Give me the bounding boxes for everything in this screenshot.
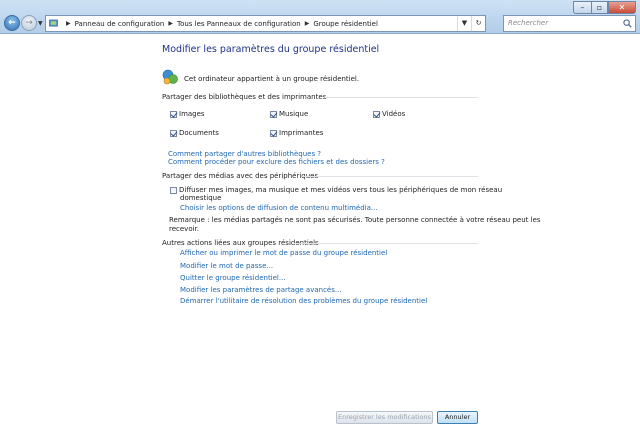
checkbox-checked-icon[interactable] (170, 110, 177, 118)
checkbox-music[interactable]: Musique (270, 110, 308, 118)
save-button[interactable]: Enregistrer les modifications (336, 411, 433, 424)
refresh-button[interactable]: ↻ (471, 16, 485, 31)
cancel-button[interactable]: Annuler (437, 411, 478, 424)
breadcrumb-separator[interactable]: ▶ (305, 20, 310, 27)
checkbox-label: Vidéos (382, 110, 406, 118)
checkbox-label-continued: domestique (180, 194, 222, 202)
membership-status: Cet ordinateur appartient à un groupe ré… (184, 75, 360, 83)
breadcrumb-separator[interactable]: ▶ (168, 20, 173, 27)
page-title: Modifier les paramètres du groupe réside… (162, 44, 380, 55)
link-share-other-libraries[interactable]: Comment partager d'autres bibliothèques … (168, 150, 321, 158)
checkbox-checked-icon[interactable] (270, 129, 277, 137)
checkbox-checked-icon[interactable] (270, 110, 277, 118)
section-divider (325, 97, 478, 98)
checkbox-unchecked-icon[interactable] (170, 186, 177, 194)
address-dropdown-button[interactable]: ▼ (457, 16, 471, 31)
address-bar[interactable]: ▶ Panneau de configuration ▶ Tous les Pa… (45, 15, 486, 32)
breadcrumb-all-panels[interactable]: Tous les Panneaux de configuration (177, 20, 301, 28)
window-titlebar: – ▫ ✕ ← → ▼ ▶ Panneau de configuration ▶… (0, 0, 640, 34)
checkbox-checked-icon[interactable] (373, 110, 380, 118)
checkbox-label: Documents (179, 129, 219, 137)
link-show-password[interactable]: Afficher ou imprimer le mot de passe du … (180, 249, 387, 257)
link-change-password[interactable]: Modifier le mot de passe... (180, 262, 273, 270)
section-divider (302, 176, 478, 177)
section-title-libraries: Partager des bibliothèques et des imprim… (162, 93, 327, 101)
homegroup-icon (162, 69, 178, 85)
breadcrumb-homegroup[interactable]: Groupe résidentiel (313, 20, 378, 28)
checkbox-videos[interactable]: Vidéos (373, 110, 405, 118)
checkbox-stream-media[interactable]: Diffuser mes images, ma musique et mes v… (170, 186, 502, 194)
section-title-media: Partager des médias avec des périphériqu… (162, 172, 319, 180)
checkbox-printers[interactable]: Imprimantes (270, 129, 323, 137)
section-divider (294, 243, 478, 244)
link-advanced-sharing[interactable]: Modifier les paramètres de partage avanc… (180, 286, 342, 294)
checkbox-checked-icon[interactable] (170, 129, 177, 137)
recent-pages-dropdown[interactable]: ▼ (38, 20, 43, 27)
footer: Enregistrer les modifications Annuler (0, 404, 640, 434)
link-exclude-files[interactable]: Comment procéder pour exclure des fichie… (168, 158, 385, 166)
search-icon[interactable] (623, 19, 632, 28)
link-troubleshooter[interactable]: Démarrer l'utilitaire de résolution des … (180, 297, 427, 305)
maximize-button[interactable]: ▫ (591, 1, 608, 14)
checkbox-label: Diffuser mes images, ma musique et mes v… (179, 186, 503, 194)
breadcrumb-control-panel[interactable]: Panneau de configuration (75, 20, 165, 28)
close-button[interactable]: ✕ (608, 1, 636, 14)
minimize-button[interactable]: – (573, 1, 591, 14)
arrow-right-icon: → (25, 18, 33, 28)
checkbox-images[interactable]: Images (170, 110, 205, 118)
media-security-note: Remarque : les médias partagés ne sont p… (169, 216, 541, 224)
checkbox-label: Musique (279, 110, 309, 118)
search-placeholder: Rechercher (508, 19, 549, 27)
checkbox-label: Images (179, 110, 205, 118)
main-content: Modifier les paramètres du groupe réside… (0, 35, 640, 434)
back-button[interactable]: ← (4, 15, 20, 31)
breadcrumb-separator[interactable]: ▶ (66, 20, 71, 27)
link-media-options[interactable]: Choisir les options de diffusion de cont… (180, 204, 378, 212)
checkbox-documents[interactable]: Documents (170, 129, 219, 137)
search-input[interactable]: Rechercher (503, 15, 636, 32)
control-panel-icon (49, 19, 58, 27)
window-controls: – ▫ ✕ (573, 1, 636, 14)
link-leave-homegroup[interactable]: Quitter le groupe résidentiel... (180, 274, 286, 282)
arrow-left-icon: ← (8, 18, 16, 28)
checkbox-label: Imprimantes (279, 129, 324, 137)
media-security-note-continued: recevoir. (169, 225, 200, 233)
forward-button[interactable]: → (21, 15, 37, 31)
